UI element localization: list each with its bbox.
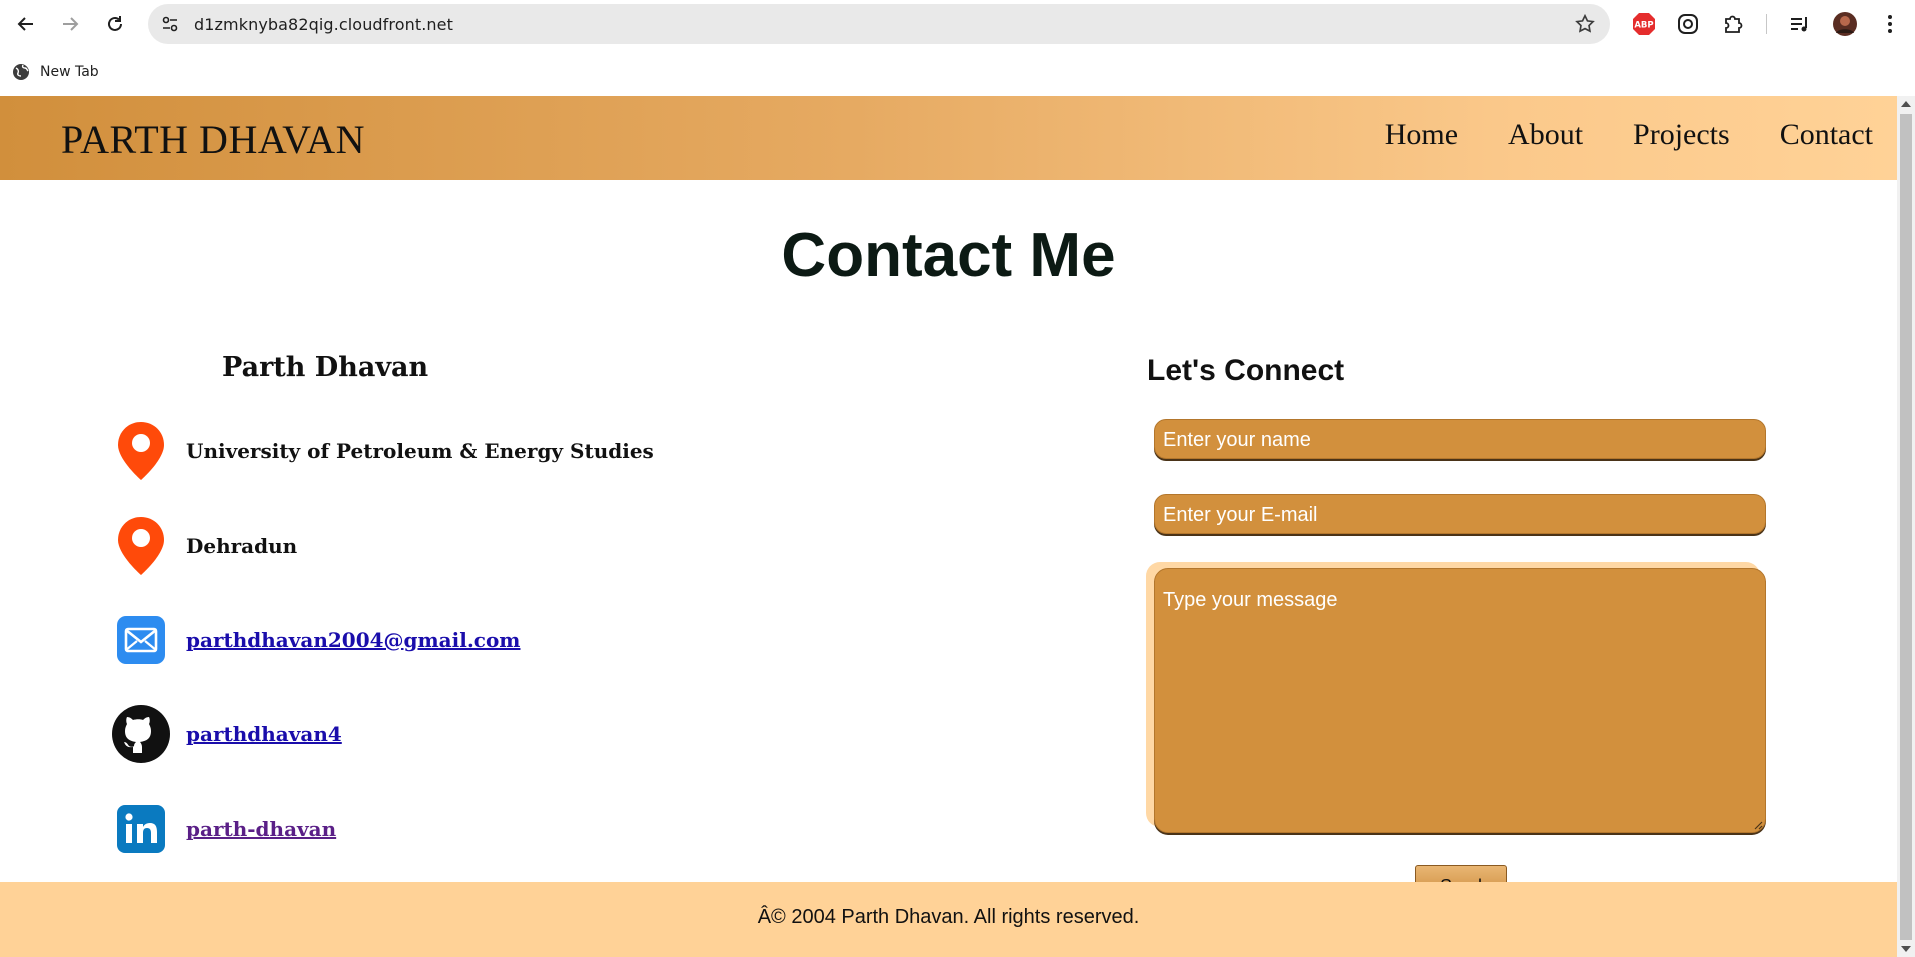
contact-linkedin-link[interactable]: parth-dhavan — [186, 817, 336, 841]
bookmark-new-tab[interactable]: New Tab — [12, 60, 99, 84]
mail-icon — [110, 609, 172, 671]
site-info-icon[interactable] — [160, 14, 180, 34]
bookmark-label: New Tab — [40, 64, 99, 80]
contact-university: University of Petroleum & Energy Studies — [186, 439, 654, 463]
location-pin-icon — [110, 420, 172, 482]
adblock-plus-button[interactable]: ABP — [1631, 11, 1657, 37]
scrollbar-thumb[interactable] — [1900, 114, 1912, 940]
bookmarks-bar: New Tab — [0, 48, 1915, 96]
svg-text:ABP: ABP — [1634, 21, 1653, 31]
scroll-down-arrow[interactable] — [1901, 946, 1911, 952]
kebab-menu-icon — [1888, 15, 1892, 33]
nav-home[interactable]: Home — [1385, 118, 1458, 152]
resize-grip-icon[interactable] — [1753, 820, 1763, 830]
footer-copyright: Â© 2004 Parth Dhavan. All rights reserve… — [757, 906, 1140, 928]
toolbar-divider — [1766, 14, 1767, 34]
email-input[interactable]: Enter your E-mail — [1154, 494, 1766, 534]
reload-icon — [108, 16, 122, 31]
contact-row-github: parthdhavan4 — [110, 702, 342, 766]
contact-row-university: University of Petroleum & Energy Studies — [110, 419, 654, 483]
media-controls-button[interactable] — [1787, 11, 1813, 37]
location-pin-icon — [110, 515, 172, 577]
scroll-up-arrow[interactable] — [1901, 101, 1911, 107]
forward-button[interactable] — [56, 10, 84, 38]
contact-email-link[interactable]: parthdhavan2004@gmail.com — [186, 628, 520, 652]
message-placeholder: Type your message — [1163, 589, 1338, 611]
page-title: Contact Me — [781, 221, 1116, 290]
message-textarea[interactable]: Type your message — [1154, 568, 1766, 833]
contact-github-link[interactable]: parthdhavan4 — [186, 722, 342, 746]
browser-toolbar: d1zmknyba82qig.cloudfront.net ABP — [0, 0, 1915, 48]
site-nav: Home About Projects Contact — [1385, 118, 1873, 152]
nav-about[interactable]: About — [1508, 118, 1583, 152]
arrow-left-icon — [17, 17, 33, 31]
adblock-plus-icon: ABP — [1633, 13, 1655, 35]
arrow-right-icon — [63, 17, 79, 31]
contact-row-linkedin: parth-dhavan — [110, 797, 336, 861]
url-text[interactable]: d1zmknyba82qig.cloudfront.net — [194, 15, 453, 34]
email-placeholder: Enter your E-mail — [1163, 504, 1318, 526]
page-scrollbar[interactable] — [1897, 96, 1915, 957]
form-title: Let's Connect — [1147, 354, 1345, 387]
nav-projects[interactable]: Projects — [1633, 118, 1730, 152]
contact-row-city: Dehradun — [110, 514, 297, 578]
ublock-button[interactable] — [1675, 11, 1701, 37]
site-brand[interactable]: PARTH DHAVAN — [61, 116, 365, 163]
profile-button[interactable] — [1832, 11, 1858, 37]
back-button[interactable] — [12, 10, 40, 38]
puzzle-extensions-icon — [1725, 15, 1743, 33]
reload-button[interactable] — [101, 10, 129, 38]
site-footer: Â© 2004 Parth Dhavan. All rights reserve… — [0, 882, 1897, 957]
contact-row-email: parthdhavan2004@gmail.com — [110, 608, 520, 672]
site-header: PARTH DHAVAN Home About Projects Contact — [0, 96, 1897, 180]
contact-name: Parth Dhavan — [222, 352, 429, 383]
media-controls-icon — [1791, 17, 1807, 32]
name-input[interactable]: Enter your name — [1154, 419, 1766, 459]
nav-contact[interactable]: Contact — [1780, 118, 1873, 152]
bookmark-star-icon[interactable] — [1574, 13, 1596, 35]
profile-avatar — [1833, 12, 1857, 36]
github-icon — [110, 703, 172, 765]
contact-city: Dehradun — [186, 534, 298, 558]
globe-icon — [13, 64, 29, 80]
browser-menu-button[interactable] — [1877, 11, 1903, 37]
linkedin-icon — [110, 798, 172, 860]
page-viewport: PARTH DHAVAN Home About Projects Contact… — [0, 96, 1897, 957]
name-placeholder: Enter your name — [1163, 429, 1311, 451]
address-bar[interactable]: d1zmknyba82qig.cloudfront.net — [148, 4, 1610, 44]
extensions-button[interactable] — [1720, 11, 1746, 37]
ublock-icon — [1678, 14, 1698, 34]
